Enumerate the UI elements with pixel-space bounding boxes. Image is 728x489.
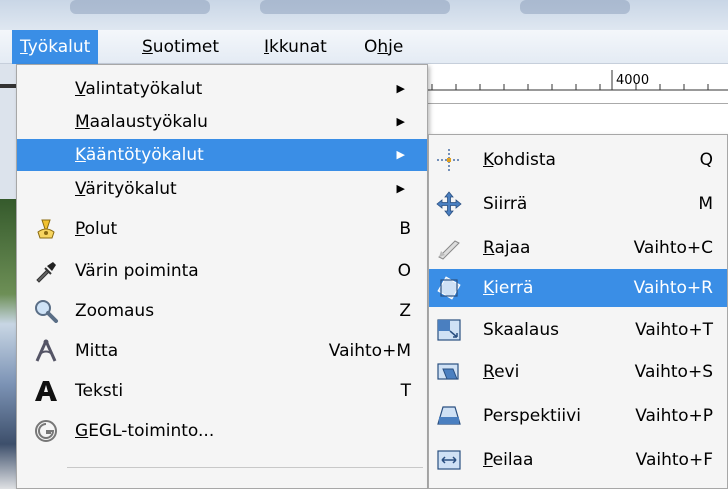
menu-item-paint-tools[interactable]: Maalaustyökalu ▶ <box>17 106 427 138</box>
menu-item-label: Mitta <box>75 341 119 361</box>
shortcut-label: Vaihto+C <box>633 238 713 258</box>
flip-tool-icon <box>437 450 461 470</box>
shortcut-label: Z <box>399 301 411 321</box>
menu-item-label: Värin poiminta <box>75 261 199 281</box>
menu-item-perspective[interactable]: Perspektiivi Vaihto+P <box>429 397 727 435</box>
menu-item-scale[interactable]: Skaalaus Vaihto+T <box>429 311 727 349</box>
menu-item-color-tools[interactable]: Värityökalut ▶ <box>17 173 427 205</box>
horizontal-ruler[interactable]: 4000 <box>420 64 728 104</box>
shortcut-label: B <box>399 219 411 239</box>
shortcut-label: Vaihto+F <box>635 450 713 470</box>
menu-separator <box>67 467 423 468</box>
shear-tool-icon <box>437 363 459 380</box>
menu-item-rotate[interactable]: Kierrä Vaihto+R <box>429 269 727 307</box>
shortcut-label: Vaihto+P <box>635 406 713 426</box>
menu-item-color-picker[interactable]: Värin poiminta O <box>17 255 427 287</box>
menu-tools[interactable]: Työkalut <box>12 30 99 64</box>
menu-item-gegl-operation[interactable]: GEGL-toiminto... <box>17 415 427 447</box>
shortcut-label: T <box>400 381 411 401</box>
transform-tools-submenu: Kohdista Q Siirrä M Rajaa Vaihto+C Kierr… <box>428 134 728 489</box>
paths-tool-icon <box>37 219 55 239</box>
menu-item-flip[interactable]: Peilaa Vaihto+F <box>429 441 727 479</box>
window-title-strip <box>0 0 728 30</box>
menu-item-label: Kohdista <box>483 150 556 170</box>
rotate-tool-icon <box>437 276 461 300</box>
move-tool-icon <box>436 191 462 217</box>
menu-item-transform-tools[interactable]: Kääntötyökalut ▶ <box>17 139 427 171</box>
menu-item-text[interactable]: Teksti T <box>17 375 427 407</box>
menu-item-label: Perspektiivi <box>483 406 581 426</box>
menu-windows[interactable]: Ikkunat <box>256 30 335 64</box>
submenu-arrow-icon: ▶ <box>396 82 405 95</box>
menu-item-label: Siirrä <box>483 194 528 214</box>
menubar: Työkalut Suotimet Ikkunat Ohje <box>0 30 728 64</box>
menu-item-label: Kierrä <box>483 278 534 298</box>
menu-item-move[interactable]: Siirrä M <box>429 185 727 223</box>
menu-item-zoom[interactable]: Zoomaus Z <box>17 295 427 327</box>
shortcut-label: Vaihto+R <box>633 278 713 298</box>
align-tool-icon <box>437 149 461 171</box>
zoom-icon <box>35 300 58 323</box>
ruler-edge <box>0 84 16 88</box>
menu-item-label: GEGL-toiminto... <box>75 421 215 441</box>
menu-item-crop[interactable]: Rajaa Vaihto+C <box>429 229 727 267</box>
text-tool-icon <box>35 381 57 401</box>
crop-tool-icon <box>438 240 460 260</box>
color-picker-icon <box>36 262 56 283</box>
menu-item-align[interactable]: Kohdista Q <box>429 141 727 179</box>
shortcut-label: M <box>698 194 713 214</box>
canvas-edge <box>0 64 16 489</box>
menu-item-label: Kääntötyökalut <box>75 145 204 165</box>
measure-icon <box>35 339 57 362</box>
shortcut-label: Vaihto+S <box>634 362 713 382</box>
scale-tool-icon <box>437 319 461 341</box>
menu-item-selection-tools[interactable]: Valintatyökalut ▶ <box>17 73 427 105</box>
menu-item-shear[interactable]: Revi Vaihto+S <box>429 353 727 391</box>
menu-item-label: Värityökalut <box>75 179 177 199</box>
menu-item-label: Teksti <box>75 381 124 401</box>
tools-menu: Valintatyökalut ▶ Maalaustyökalu ▶ Käänt… <box>16 64 428 489</box>
shortcut-label: O <box>397 261 411 281</box>
submenu-arrow-icon: ▶ <box>396 115 405 128</box>
title-blur <box>260 0 450 14</box>
submenu-arrow-icon: ▶ <box>396 182 405 195</box>
menu-item-paths[interactable]: Polut B <box>17 213 427 245</box>
submenu-arrow-icon: ▶ <box>396 148 405 161</box>
menu-item-label: Peilaa <box>483 450 534 470</box>
perspective-tool-icon <box>437 406 461 425</box>
ruler-label: 4000 <box>616 73 650 88</box>
menu-help[interactable]: Ohje <box>356 30 411 64</box>
gegl-icon <box>35 420 57 442</box>
menu-item-label: Rajaa <box>483 238 531 258</box>
title-blur <box>520 0 630 14</box>
shortcut-label: Vaihto+T <box>635 320 713 340</box>
menu-item-label: Skaalaus <box>483 320 559 340</box>
menu-item-measure[interactable]: Mitta Vaihto+M <box>17 335 427 367</box>
menu-filters[interactable]: Suotimet <box>134 30 227 64</box>
ruler-ticks <box>420 70 728 91</box>
menu-item-label: Valintatyökalut <box>75 79 203 99</box>
menu-item-label: Polut <box>75 219 118 239</box>
menu-item-label: Revi <box>483 362 520 382</box>
title-blur <box>70 0 210 14</box>
menu-item-label: Zoomaus <box>75 301 155 321</box>
shortcut-label: Q <box>699 150 713 170</box>
shortcut-label: Vaihto+M <box>328 341 411 361</box>
menu-item-label: Maalaustyökalu <box>75 112 208 132</box>
